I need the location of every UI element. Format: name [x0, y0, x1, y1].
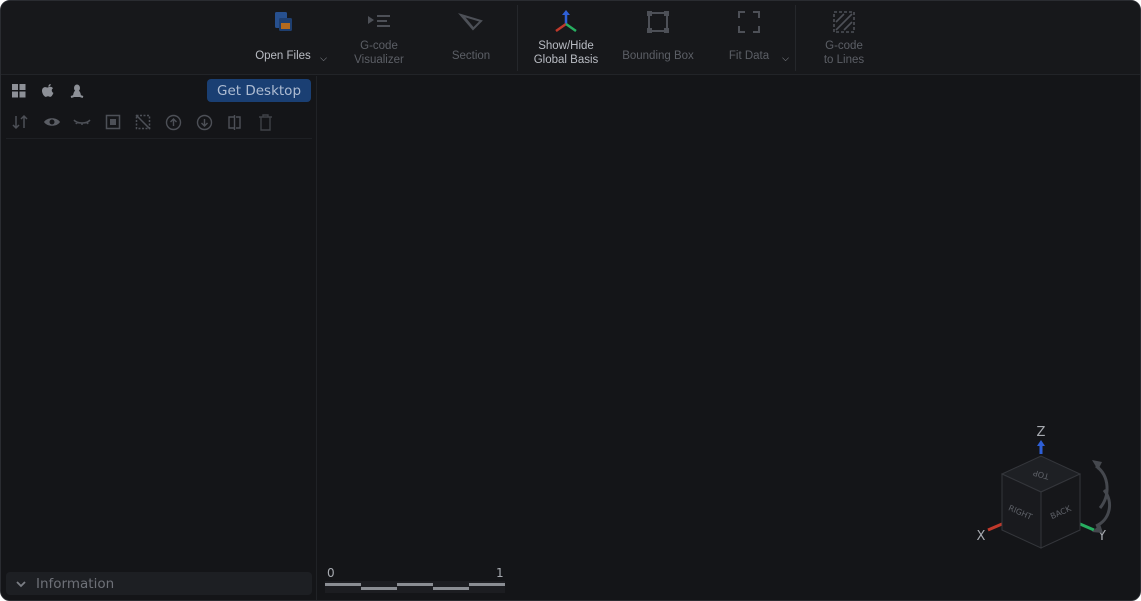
object-tools [11, 112, 286, 132]
x-axis-line [987, 522, 1003, 532]
rotate-view-icon[interactable] [1092, 460, 1112, 533]
gcode-visualizer-icon [364, 7, 394, 37]
section-label: Section [451, 50, 491, 62]
scale-ruler [325, 581, 505, 593]
open-files-dropdown-icon[interactable]: ⌵ [320, 51, 327, 65]
open-files-button[interactable]: Open Files ⌵ [249, 1, 327, 75]
section-button[interactable]: Section [441, 1, 501, 75]
information-section-header[interactable]: Information [6, 572, 312, 595]
hide-icon[interactable] [72, 112, 92, 132]
gcode-to-lines-label: G-code to Lines [823, 40, 865, 66]
fit-data-dropdown-icon[interactable]: ⌵ [782, 51, 789, 65]
scale-end-label: 1 [496, 566, 504, 580]
information-label: Information [36, 575, 115, 592]
fit-data-label: Fit Data [728, 50, 770, 62]
panel-divider [6, 138, 312, 139]
open-files-label: Open Files [255, 50, 311, 62]
os-downloads [11, 83, 85, 99]
show-hide-basis-button[interactable]: Show/Hide Global Basis [526, 1, 606, 75]
fit-data-icon [734, 7, 764, 37]
bounding-box-icon [643, 7, 673, 37]
get-desktop-button[interactable]: Get Desktop [207, 79, 311, 102]
z-axis-arrow [1037, 440, 1045, 446]
toolbar-separator [795, 5, 796, 71]
y-axis-line [1079, 522, 1095, 532]
show-icon[interactable] [42, 112, 62, 132]
gcode-to-lines-icon [829, 7, 859, 37]
move-down-icon[interactable] [194, 112, 214, 132]
gcode-to-lines-button[interactable]: G-code to Lines [811, 1, 877, 75]
section-icon [456, 7, 486, 37]
hide-all-icon[interactable] [133, 112, 153, 132]
scale-start-label: 0 [327, 566, 335, 580]
app-window: Open Files ⌵ G-code Visualizer Section S… [0, 0, 1141, 601]
apple-icon[interactable] [40, 83, 56, 99]
scale-bar: 0 1 [324, 564, 506, 594]
toolbar: Open Files ⌵ G-code Visualizer Section S… [1, 1, 1140, 75]
linux-icon[interactable] [69, 83, 85, 99]
orientation-gizmo[interactable]: TOP RIGHT BACK Z X Y [968, 416, 1128, 556]
left-panel: Get Desktop Information [1, 76, 317, 600]
delete-icon[interactable] [255, 112, 275, 132]
axes-icon [551, 7, 581, 37]
axis-x-label: X [977, 529, 986, 544]
split-icon[interactable] [225, 112, 245, 132]
bounding-box-button[interactable]: Bounding Box [615, 1, 701, 75]
chevron-down-icon [12, 580, 30, 588]
open-files-icon [268, 7, 298, 37]
3d-viewport[interactable]: 0 1 TOP RIGHT BACK Z X Y [318, 76, 1140, 600]
isolate-icon[interactable] [103, 112, 123, 132]
show-hide-basis-label: Show/Hide Global Basis [533, 40, 599, 66]
bounding-box-label: Bounding Box [622, 50, 694, 62]
windows-icon[interactable] [11, 83, 27, 99]
axis-z-label: Z [1037, 425, 1046, 440]
gcode-visualizer-button[interactable]: G-code Visualizer [341, 1, 417, 75]
sort-icon[interactable] [11, 112, 31, 132]
gcode-visualizer-label: G-code Visualizer [354, 40, 404, 66]
move-up-icon[interactable] [164, 112, 184, 132]
toolbar-separator [517, 5, 518, 71]
fit-data-button[interactable]: Fit Data ⌵ [723, 1, 789, 75]
